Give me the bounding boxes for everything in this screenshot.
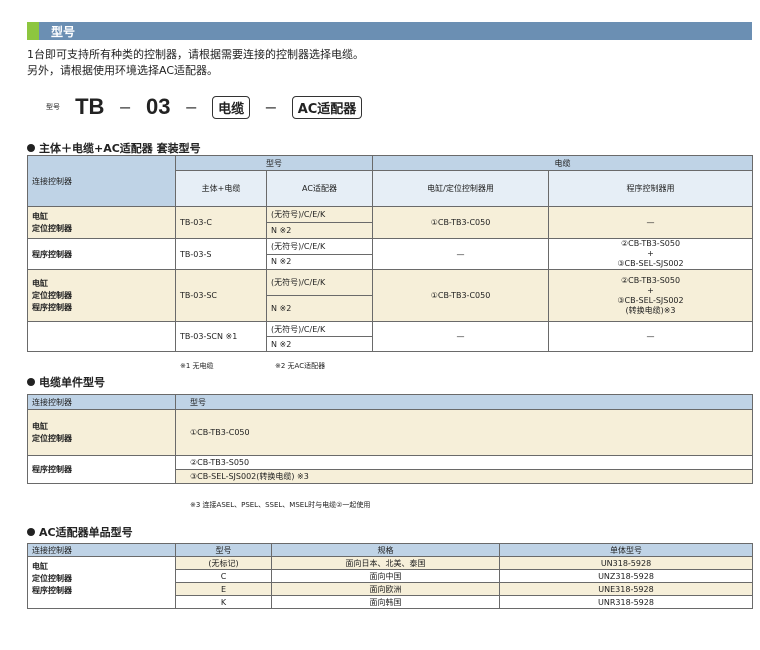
row-label-controllers: 电缸 定位控制器 程序控制器: [27, 556, 176, 609]
th-program-use: 程序控制器用: [548, 170, 753, 207]
cable-table: 连接控制器 型号 电缸 定位控制器 ①CB-TB3-C050 程序控制器 ②CB-…: [27, 394, 753, 484]
row-label-program: 程序控制器: [27, 238, 176, 270]
set-model-table: 连接控制器 型号 电缆 主体+电缆 AC适配器 电缸/定位控制器用 程序控制器用…: [27, 155, 753, 352]
model-code-dash: −: [264, 97, 278, 117]
section-ac-title: AC适配器单品型号: [27, 524, 133, 540]
row-label-empty: [27, 321, 176, 352]
note-1: ※1 无电缆: [180, 362, 214, 370]
row-label-cylinder: 电缸 定位控制器: [27, 206, 176, 239]
cell-unit: UN318-5928: [499, 556, 753, 570]
bullet-icon: [27, 144, 35, 152]
intro-line-2: 另外，请根据使用环境选择AC适配器。: [27, 64, 219, 77]
row-label-cylinder: 电缸 定位控制器: [27, 409, 176, 456]
th-connect-controller: 连接控制器: [27, 155, 176, 207]
cell-model: (无标记): [175, 556, 272, 570]
model-code-label: 型号: [46, 103, 60, 111]
cell-spec: 面向韩国: [271, 595, 500, 609]
th-model: 型号: [175, 155, 373, 171]
model-code-cable-box: 电缆: [212, 95, 251, 119]
cell-cylinder-cable: —: [372, 321, 549, 352]
cell-ac: N ※2: [266, 336, 373, 352]
cell-model: TB-03-S: [175, 238, 267, 270]
cell-cylinder-cable: —: [372, 238, 549, 270]
note-3: ※3 连接ASEL、PSEL、SSEL、MSEL时与电缆②一起使用: [190, 501, 371, 509]
cell-ac: N ※2: [266, 295, 373, 322]
cell-cylinder-cable: ①CB-TB3-C050: [372, 206, 549, 239]
th-ac-adapter: AC适配器: [266, 170, 373, 207]
model-code-dash: −: [184, 97, 198, 117]
th-model: 型号: [175, 543, 272, 557]
model-code-number: 03: [146, 94, 171, 119]
cell-model: TB-03-C: [175, 206, 267, 239]
cell-ac: (无符号)/C/E/K: [266, 238, 373, 255]
section-set-title: 主体＋电缆+AC适配器 套装型号: [27, 140, 201, 156]
bullet-icon: [27, 528, 35, 536]
th-spec: 规格: [271, 543, 500, 557]
cell-unit: UNE318-5928: [499, 582, 753, 596]
ac-adapter-table: 连接控制器 型号 规格 单体型号 电缸 定位控制器 程序控制器 (无标记) 面向日本…: [27, 543, 753, 609]
note-2: ※2 无AC适配器: [275, 362, 326, 370]
cell-model: E: [175, 582, 272, 596]
cell-ac: (无符号)/C/E/K: [266, 321, 373, 337]
header-accent: [27, 22, 39, 40]
cell-program-cable: —: [548, 321, 753, 352]
model-code-ac-box: AC适配器: [291, 95, 363, 119]
cell-model: K: [175, 595, 272, 609]
th-cylinder-use: 电缸/定位控制器用: [372, 170, 549, 207]
model-code: 型号 TB − 03 − 电缆 − AC适配器: [46, 94, 363, 124]
row-label-cylinder-program: 电缸 定位控制器 程序控制器: [27, 269, 176, 322]
model-code-series: TB: [75, 94, 105, 119]
section-cable-title: 电缆单件型号: [27, 374, 105, 390]
th-connect-controller: 连接控制器: [27, 543, 176, 557]
bullet-icon: [27, 378, 35, 386]
cell-spec: 面向中国: [271, 569, 500, 583]
cell-model: ①CB-TB3-C050: [175, 409, 753, 456]
intro-line-1: 1台即可支持所有种类的控制器，请根据需要连接的控制器选择电缆。: [27, 48, 364, 61]
cell-model: TB-03-SC: [175, 269, 267, 322]
cell-unit: UNZ318-5928: [499, 569, 753, 583]
cell-model: C: [175, 569, 272, 583]
th-main-cable: 主体+电缆: [175, 170, 267, 207]
cell-cylinder-cable: ①CB-TB3-C050: [372, 269, 549, 322]
cell-program-cable: ②CB-TB3-S050 + ③CB-SEL-SJS002 (转换电缆)※3: [548, 269, 753, 322]
row-label-program: 程序控制器: [27, 455, 176, 484]
cell-model: TB-03-SCN ※1: [175, 321, 267, 352]
th-unit-model: 单体型号: [499, 543, 753, 557]
cell-program-cable: —: [548, 206, 753, 239]
cell-program-cable: ②CB-TB3-S050 + ③CB-SEL-SJS002: [548, 238, 753, 270]
section-header-bar: 型号: [27, 22, 752, 40]
cell-ac: N ※2: [266, 222, 373, 239]
cell-ac: (无符号)/C/E/K: [266, 269, 373, 296]
cell-unit: UNR318-5928: [499, 595, 753, 609]
cell-ac: (无符号)/C/E/K: [266, 206, 373, 223]
cell-model: ③CB-SEL-SJS002(转换电缆) ※3: [175, 469, 753, 484]
th-model: 型号: [175, 394, 753, 410]
th-cable: 电缆: [372, 155, 753, 171]
model-code-dash: −: [118, 97, 132, 117]
section-title: 型号: [51, 25, 76, 39]
cell-spec: 面向欧洲: [271, 582, 500, 596]
cell-ac: N ※2: [266, 253, 373, 270]
cell-model: ②CB-TB3-S050: [175, 455, 753, 470]
cell-spec: 面向日本、北美、泰国: [271, 556, 500, 570]
th-connect-controller: 连接控制器: [27, 394, 176, 410]
